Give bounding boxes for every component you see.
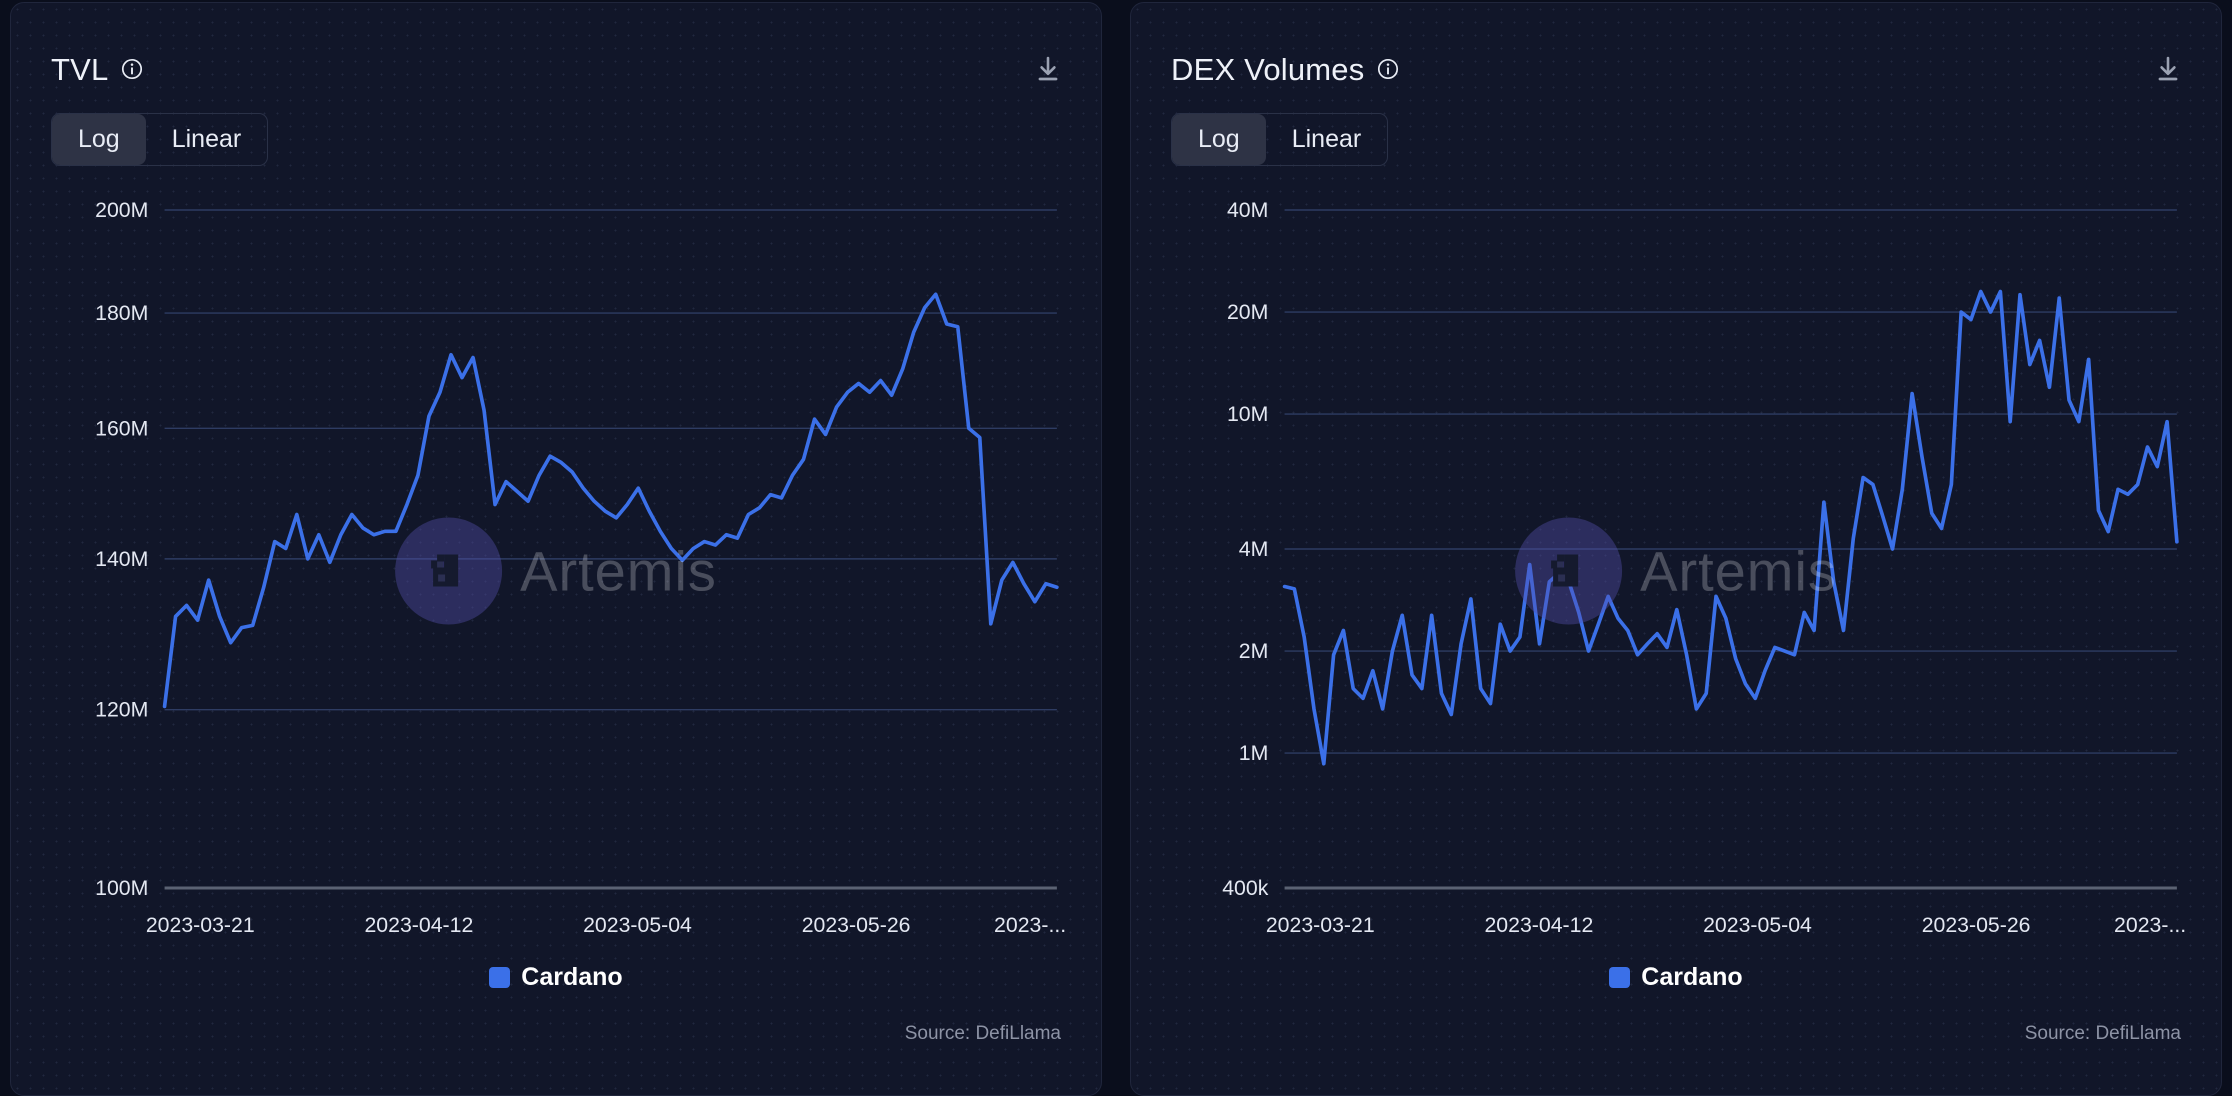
- scale-toggle[interactable]: Log Linear: [1171, 113, 1388, 166]
- x-axis-tick-label: 2023-04-12: [364, 914, 473, 937]
- info-icon[interactable]: [1377, 58, 1399, 80]
- x-axis-tick-label: 2023-04-12: [1484, 914, 1593, 937]
- legend-swatch: [1609, 967, 1630, 988]
- page-title: TVL: [51, 54, 108, 85]
- scale-toggle-option-log[interactable]: Log: [52, 114, 146, 165]
- y-axis-tick-label: 120M: [95, 699, 148, 722]
- chart-plot-area: 400k 1M 2M 4M 10M 20M 40M 2023-03-21 2023-04-12 2…: [1171, 188, 2185, 948]
- chart-card-dex-volumes: DEX Volumes Log Linear: [1130, 2, 2222, 1096]
- series-line: [165, 294, 1057, 706]
- scale-toggle[interactable]: Log Linear: [51, 113, 268, 166]
- y-axis-tick-label: 160M: [95, 417, 148, 440]
- chart-source: Source: DefiLlama: [2025, 1023, 2181, 1045]
- x-axis-tick-label: 2023-05-26: [802, 914, 911, 937]
- x-axis-tick-label: 2023-05-04: [1703, 914, 1812, 937]
- chart-source: Source: DefiLlama: [905, 1023, 1061, 1045]
- y-axis-tick-label: 10M: [1227, 403, 1268, 426]
- y-axis-tick-label: 140M: [95, 548, 148, 571]
- download-icon[interactable]: [2153, 54, 2183, 84]
- dashboard-root: TVL Log Linear 1: [0, 0, 2232, 1096]
- y-axis-tick-label: 20M: [1227, 301, 1268, 324]
- y-axis-tick-label: 100M: [95, 877, 148, 900]
- y-axis-tick-label: 2M: [1239, 640, 1269, 663]
- chart-legend[interactable]: Cardano: [1131, 965, 2221, 990]
- chart-plot-area: 100M 120M 140M 160M 180M 200M 2023-03-21 2023-0…: [51, 188, 1065, 948]
- series-line: [1285, 291, 2177, 763]
- scale-toggle-option-linear[interactable]: Linear: [1266, 114, 1388, 165]
- y-axis-tick-label: 1M: [1239, 742, 1269, 765]
- download-icon[interactable]: [1033, 54, 1063, 84]
- card-title-group: DEX Volumes: [1171, 54, 1399, 85]
- legend-label: Cardano: [1641, 965, 1742, 990]
- chart-legend[interactable]: Cardano: [11, 965, 1101, 990]
- x-axis-tick-label: 2023-05-04: [583, 914, 692, 937]
- page-title: DEX Volumes: [1171, 54, 1364, 85]
- x-axis-tick-label: 2023-05-26: [1922, 914, 2031, 937]
- card-title-group: TVL: [51, 54, 143, 85]
- y-axis-tick-label: 180M: [95, 302, 148, 325]
- y-axis-tick-label: 40M: [1227, 199, 1268, 222]
- card-header: DEX Volumes: [1171, 47, 2185, 91]
- x-axis-tick-label: 2023-03-21: [146, 914, 255, 937]
- y-axis-tick-label: 200M: [95, 199, 148, 222]
- chart-card-tvl: TVL Log Linear 1: [10, 2, 1102, 1096]
- y-axis-tick-label: 4M: [1239, 538, 1269, 561]
- y-axis-tick-label: 400k: [1222, 877, 1269, 900]
- x-axis-tick-label: 2023-...: [2114, 914, 2186, 937]
- scale-toggle-option-log[interactable]: Log: [1172, 114, 1266, 165]
- scale-toggle-option-linear[interactable]: Linear: [146, 114, 268, 165]
- x-axis-tick-label: 2023-...: [994, 914, 1066, 937]
- legend-label: Cardano: [521, 965, 622, 990]
- x-axis-tick-label: 2023-03-21: [1266, 914, 1375, 937]
- card-header: TVL: [51, 47, 1065, 91]
- info-icon[interactable]: [121, 58, 143, 80]
- legend-swatch: [489, 967, 510, 988]
